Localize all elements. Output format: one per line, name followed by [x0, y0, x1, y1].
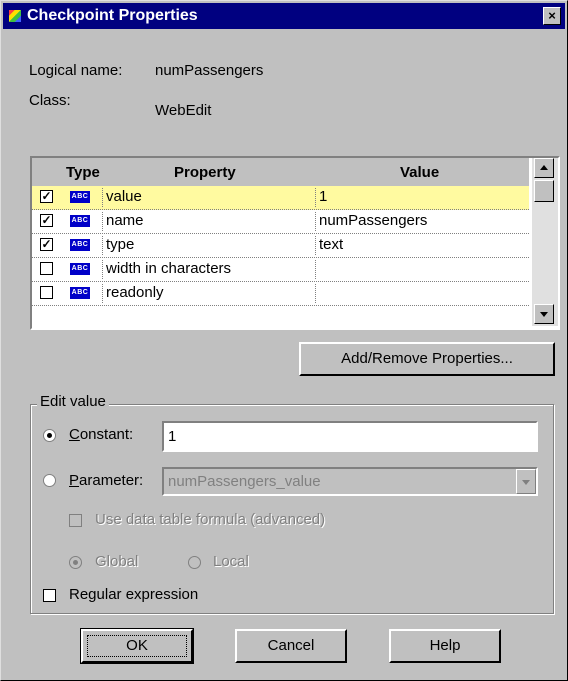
- scroll-thumb[interactable]: [534, 180, 554, 202]
- constant-label: Constant:: [69, 426, 133, 443]
- regular-expression-checkbox[interactable]: [43, 589, 56, 602]
- property-cell[interactable]: width in characters: [102, 260, 316, 279]
- scroll-up-arrow-icon[interactable]: [534, 158, 554, 178]
- constant-label-rest: onstant:: [79, 426, 134, 443]
- column-header-type[interactable]: Type: [66, 164, 100, 181]
- global-label: Global: [95, 553, 139, 570]
- row-include-checkbox[interactable]: [40, 262, 53, 275]
- logical-name-value: numPassengers: [155, 62, 264, 79]
- value-cell[interactable]: [315, 260, 529, 279]
- constant-label-accel: C: [69, 426, 80, 443]
- class-value: WebEdit: [155, 102, 212, 119]
- parameter-label-rest: arameter:: [79, 472, 144, 489]
- chevron-down-icon[interactable]: [516, 469, 536, 494]
- scroll-down-arrow-icon[interactable]: [534, 304, 554, 324]
- abc-string-icon: ABC: [70, 239, 90, 251]
- parameter-value: numPassengers_value: [168, 473, 321, 490]
- abc-string-icon: ABC: [70, 287, 90, 299]
- value-cell[interactable]: text: [315, 236, 529, 255]
- grid-header: Type Property Value: [32, 158, 529, 186]
- value-cell[interactable]: [315, 284, 529, 303]
- focus-rectangle: [87, 635, 187, 657]
- value-cell[interactable]: numPassengers: [315, 212, 529, 231]
- window-title: Checkpoint Properties: [27, 7, 198, 24]
- table-row[interactable]: ABC readonly: [32, 282, 529, 306]
- global-radio[interactable]: [69, 556, 82, 569]
- parameter-dropdown[interactable]: numPassengers_value: [162, 467, 538, 496]
- logical-name-label: Logical name:: [29, 62, 123, 79]
- constant-value-input[interactable]: 1: [162, 421, 538, 452]
- edit-value-group-label: Edit value: [37, 393, 109, 410]
- constant-radio[interactable]: [43, 429, 56, 442]
- column-header-property[interactable]: Property: [174, 164, 236, 181]
- local-radio[interactable]: [188, 556, 201, 569]
- local-label: Local: [213, 553, 249, 570]
- close-button[interactable]: ×: [543, 7, 561, 25]
- title-bar[interactable]: Checkpoint Properties ×: [3, 3, 565, 29]
- abc-string-icon: ABC: [70, 215, 90, 227]
- table-row[interactable]: ✓ ABC type text: [32, 234, 529, 258]
- row-include-checkbox[interactable]: ✓: [40, 190, 53, 203]
- use-data-table-formula-checkbox[interactable]: [69, 514, 82, 527]
- app-icon: [9, 10, 21, 22]
- row-include-checkbox[interactable]: [40, 286, 53, 299]
- help-button[interactable]: Help: [389, 629, 501, 663]
- regular-expression-label: Regular expression: [69, 586, 199, 603]
- use-data-table-formula-label: Use data table formula (advanced): [95, 511, 326, 528]
- properties-grid[interactable]: Type Property Value ✓ ABC value 1 ✓ ABC name nu…: [30, 156, 560, 330]
- property-cell[interactable]: name: [102, 212, 316, 231]
- cancel-button[interactable]: Cancel: [235, 629, 347, 663]
- abc-string-icon: ABC: [70, 191, 90, 203]
- parameter-label: Parameter:: [69, 472, 143, 489]
- table-row[interactable]: ✓ ABC name numPassengers: [32, 210, 529, 234]
- row-include-checkbox[interactable]: ✓: [40, 238, 53, 251]
- ok-button[interactable]: OK: [80, 628, 194, 664]
- property-cell[interactable]: type: [102, 236, 316, 255]
- value-cell[interactable]: 1: [315, 188, 529, 207]
- parameter-label-accel: P: [69, 472, 80, 489]
- property-cell[interactable]: value: [102, 188, 316, 207]
- table-row[interactable]: ✓ ABC value 1: [32, 186, 529, 210]
- column-header-value[interactable]: Value: [400, 164, 439, 181]
- grid-vertical-scrollbar[interactable]: [532, 158, 558, 326]
- parameter-radio[interactable]: [43, 474, 56, 487]
- abc-string-icon: ABC: [70, 263, 90, 275]
- row-include-checkbox[interactable]: ✓: [40, 214, 53, 227]
- add-remove-properties-button[interactable]: Add/Remove Properties...: [299, 342, 555, 376]
- property-cell[interactable]: readonly: [102, 284, 316, 303]
- checkpoint-properties-dialog: Checkpoint Properties × Logical name: nu…: [0, 0, 568, 681]
- class-label: Class:: [29, 92, 71, 109]
- table-row[interactable]: ABC width in characters: [32, 258, 529, 282]
